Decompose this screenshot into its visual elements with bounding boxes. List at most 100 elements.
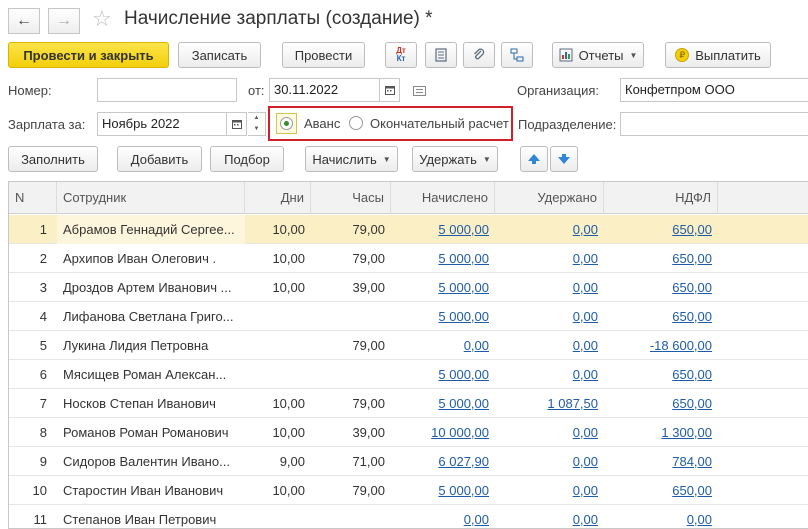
list-button[interactable]	[425, 42, 457, 68]
cell-accrued[interactable]: 5 000,00	[391, 215, 495, 244]
date-picker-button[interactable]	[380, 78, 400, 102]
calendar-icon	[384, 86, 395, 95]
cell-accrued[interactable]: 10 000,00	[391, 418, 495, 447]
cell-hours	[311, 505, 391, 528]
col-employee-header[interactable]: Сотрудник	[57, 182, 245, 214]
cell-ndfl[interactable]: 650,00	[604, 244, 718, 273]
division-label: Подразделение:	[518, 117, 617, 132]
cell-withheld[interactable]: 0,00	[495, 418, 604, 447]
table-row[interactable]: 9 Сидоров Валентин Ивано... 9,00 71,00 6 027…	[9, 447, 808, 476]
cell-hours: 39,00	[352, 280, 385, 295]
cell-accrued[interactable]: 5 000,00	[391, 302, 495, 331]
cell-withheld[interactable]: 0,00	[495, 273, 604, 302]
table-row[interactable]: 5 Лукина Лидия Петровна 79,00 0,00 0,00 -18 6…	[9, 331, 808, 360]
col-n-header[interactable]: N	[9, 182, 57, 214]
spin-down-icon[interactable]: ▼	[248, 124, 265, 135]
attach-button[interactable]	[463, 42, 495, 68]
cell-ndfl[interactable]: -18 600,00	[604, 331, 718, 360]
cell-n: 6	[39, 367, 47, 382]
cell-ndfl[interactable]: 650,00	[604, 389, 718, 418]
cell-accrued[interactable]: 0,00	[391, 505, 495, 528]
cell-withheld[interactable]: 1 087,50	[495, 389, 604, 418]
month-picker-button[interactable]	[227, 112, 247, 136]
coin-icon: ₽	[675, 48, 690, 62]
cell-employee: Лукина Лидия Петровна	[63, 338, 209, 353]
move-down-button[interactable]	[550, 146, 578, 172]
cell-accrued[interactable]: 5 000,00	[391, 360, 495, 389]
number-field[interactable]	[97, 78, 237, 102]
star-icon[interactable]: ☆	[92, 6, 112, 32]
cell-employee: Степанов Иван Петрович	[63, 512, 217, 527]
cell-ndfl[interactable]: 650,00	[604, 273, 718, 302]
cell-ndfl[interactable]: 784,00	[604, 447, 718, 476]
salary-for-label: Зарплата за:	[8, 117, 86, 132]
move-up-button[interactable]	[520, 146, 548, 172]
pick-button[interactable]: Подбор	[210, 146, 284, 172]
post-button[interactable]: Провести	[282, 42, 365, 68]
radio-advance-label: Аванс	[304, 116, 341, 131]
back-button[interactable]: ←	[8, 8, 40, 34]
col-hours-header[interactable]: Часы	[311, 182, 391, 214]
cell-ndfl[interactable]: 0,00	[604, 505, 718, 528]
cell-accrued[interactable]: 5 000,00	[391, 244, 495, 273]
table-row[interactable]: 11 Степанов Иван Петрович 0,00 0,00 0,00	[9, 505, 808, 528]
cell-withheld[interactable]: 0,00	[495, 215, 604, 244]
accrue-button[interactable]: Начислить ▼	[305, 146, 398, 172]
organization-field[interactable]: Конфетпром ООО	[620, 78, 808, 102]
reports-button[interactable]: Отчеты ▼	[552, 42, 644, 68]
chevron-down-icon: ▼	[629, 50, 638, 60]
table-row[interactable]: 2 Архипов Иван Олегович . 10,00 79,00 5 000,…	[9, 244, 808, 273]
cell-hours: 79,00	[352, 251, 385, 266]
table-row[interactable]: 1 Абрамов Геннадий Сергее... 10,00 79,00 5 0…	[9, 215, 808, 244]
post-and-close-button[interactable]: Провести и закрыть	[8, 42, 169, 68]
cell-hours	[311, 360, 391, 389]
cell-ndfl[interactable]: 650,00	[604, 360, 718, 389]
table-row[interactable]: 7 Носков Степан Иванович 10,00 79,00 5 000,0…	[9, 389, 808, 418]
structure-icon	[510, 48, 524, 62]
radio-final[interactable]: Окончательный расчет	[347, 113, 512, 135]
col-ndfl-header[interactable]: НДФЛ	[604, 182, 718, 214]
month-spinner[interactable]: ▲ ▼	[248, 112, 266, 136]
dtkt-icon-bottom: Кт	[396, 54, 406, 63]
cell-withheld[interactable]: 0,00	[495, 360, 604, 389]
col-days-header[interactable]: Дни	[245, 182, 311, 214]
radio-advance[interactable]: Аванс	[274, 113, 346, 135]
cell-withheld[interactable]: 0,00	[495, 447, 604, 476]
cell-employee: Абрамов Геннадий Сергее...	[57, 215, 245, 244]
date-field[interactable]: 30.11.2022	[269, 78, 380, 102]
col-accrued-header[interactable]: Начислено	[391, 182, 495, 214]
pay-button[interactable]: ₽ Выплатить	[665, 42, 771, 68]
cell-accrued[interactable]: 6 027,90	[391, 447, 495, 476]
cell-ndfl[interactable]: 1 300,00	[604, 418, 718, 447]
cell-withheld[interactable]: 0,00	[495, 302, 604, 331]
cell-accrued[interactable]: 5 000,00	[391, 389, 495, 418]
structure-button[interactable]	[501, 42, 533, 68]
withhold-button[interactable]: Удержать ▼	[412, 146, 498, 172]
cell-withheld[interactable]: 0,00	[495, 244, 604, 273]
fill-button[interactable]: Заполнить	[8, 146, 98, 172]
dtkt-button[interactable]: Дт Кт	[385, 42, 417, 68]
history-icon[interactable]	[413, 84, 426, 96]
table-row[interactable]: 3 Дроздов Артем Иванович ... 10,00 39,00 5 0…	[9, 273, 808, 302]
cell-ndfl[interactable]: 650,00	[604, 302, 718, 331]
cell-withheld[interactable]: 0,00	[495, 505, 604, 528]
table-row[interactable]: 6 Мясищев Роман Алексан... 5 000,00 0,00 650…	[9, 360, 808, 389]
forward-button[interactable]: →	[48, 8, 80, 34]
col-withheld-header[interactable]: Удержано	[495, 182, 604, 214]
cell-withheld[interactable]: 0,00	[495, 331, 604, 360]
cell-ndfl[interactable]: 650,00	[604, 476, 718, 505]
table-row[interactable]: 10 Старостин Иван Иванович 10,00 79,00 5 000…	[9, 476, 808, 505]
cell-accrued[interactable]: 5 000,00	[391, 476, 495, 505]
division-field[interactable]	[620, 112, 808, 136]
month-field[interactable]: Ноябрь 2022	[97, 112, 227, 136]
save-button[interactable]: Записать	[178, 42, 261, 68]
table-row[interactable]: 4 Лифанова Светлана Григо... 5 000,00 0,00 6…	[9, 302, 808, 331]
cell-n: 4	[39, 309, 47, 324]
spin-up-icon[interactable]: ▲	[248, 113, 265, 124]
table-row[interactable]: 8 Романов Роман Романович 10,00 39,00 10 000…	[9, 418, 808, 447]
add-button[interactable]: Добавить	[117, 146, 202, 172]
cell-accrued[interactable]: 0,00	[391, 331, 495, 360]
cell-withheld[interactable]: 0,00	[495, 476, 604, 505]
cell-accrued[interactable]: 5 000,00	[391, 273, 495, 302]
cell-ndfl[interactable]: 650,00	[604, 215, 718, 244]
